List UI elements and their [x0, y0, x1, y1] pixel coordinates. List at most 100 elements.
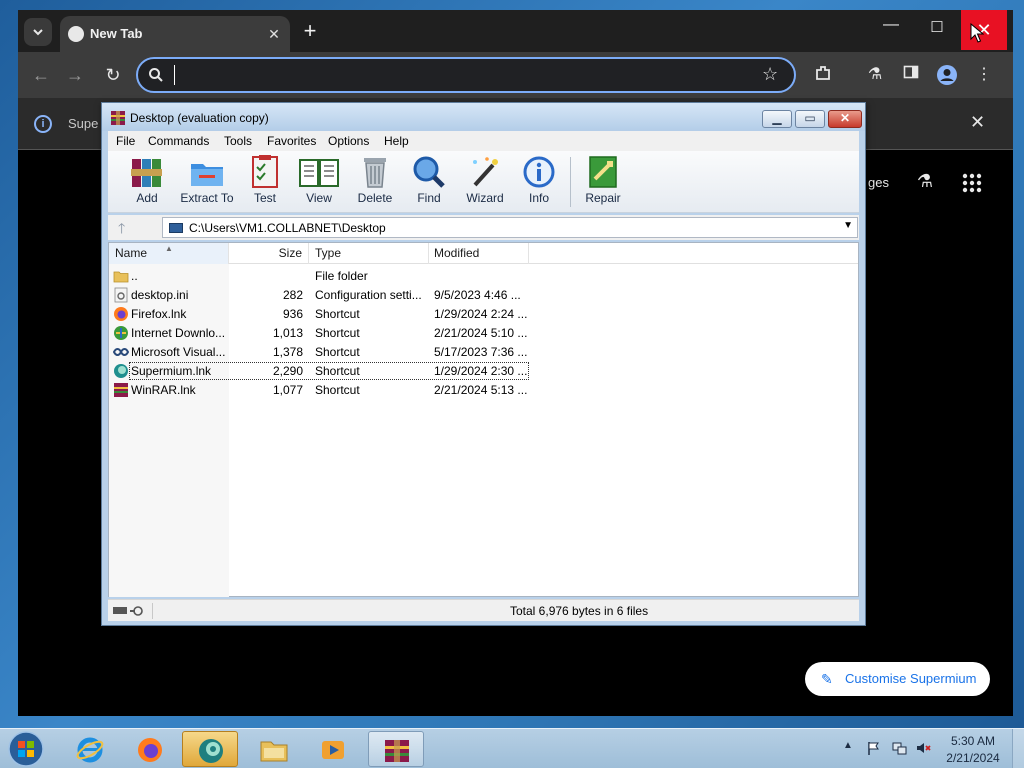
- extract-to-button[interactable]: Extract To: [176, 155, 238, 211]
- show-desktop-button[interactable]: [1012, 729, 1024, 768]
- file-row-focused[interactable]: Supermium.lnk 2,290 Shortcut 1/29/2024 2…: [109, 362, 858, 381]
- minimize-button[interactable]: —: [878, 16, 904, 42]
- menu-commands[interactable]: Commands: [148, 134, 209, 148]
- add-button[interactable]: Add: [117, 155, 177, 211]
- find-button[interactable]: Find: [399, 155, 459, 211]
- file-row[interactable]: .. File folder: [109, 267, 858, 286]
- repair-button[interactable]: Repair: [573, 155, 633, 211]
- windows-logo-icon: [8, 731, 44, 767]
- column-header-name-label: Name: [115, 246, 148, 260]
- menu-kebab-icon[interactable]: ⋮: [973, 64, 995, 86]
- info-button[interactable]: Info: [509, 155, 569, 211]
- delete-button[interactable]: Delete: [345, 155, 405, 211]
- file-size: 1,013: [272, 326, 303, 340]
- wizard-button[interactable]: Wizard: [455, 155, 515, 211]
- magic-wand-icon: [473, 157, 498, 187]
- info-bar-close-icon[interactable]: ✕: [970, 112, 985, 133]
- file-row[interactable]: Internet Downlo... 1,013 Shortcut 2/21/2…: [109, 324, 858, 343]
- file-name: WinRAR.lnk: [131, 383, 196, 397]
- file-name: desktop.ini: [131, 288, 189, 302]
- reload-button[interactable]: ↻: [102, 64, 124, 86]
- folder-extract-icon: [191, 164, 223, 186]
- column-header-name[interactable]: Name ▲: [109, 243, 229, 264]
- customise-button-label: Customise Supermium: [845, 671, 977, 686]
- tab-search-button[interactable]: [24, 18, 52, 46]
- dropdown-arrow-icon[interactable]: ▼: [843, 220, 853, 231]
- tray-overflow-arrow-icon[interactable]: ▲: [843, 740, 853, 751]
- taskbar-internet-explorer[interactable]: [62, 731, 118, 767]
- file-modified: 2/21/2024 5:13 ...: [434, 383, 528, 397]
- taskbar-file-explorer[interactable]: [245, 731, 301, 767]
- tab-new-tab[interactable]: New Tab ✕: [60, 16, 290, 52]
- apps-grid-icon[interactable]: [960, 171, 984, 195]
- clock-date[interactable]: 2/21/2024: [944, 751, 1002, 765]
- sort-up-icon: ▲: [165, 244, 173, 253]
- address-input[interactable]: [174, 65, 734, 85]
- winrar-titlebar[interactable]: Desktop (evaluation copy) ▁ ▭ ✕: [102, 103, 865, 131]
- file-modified: 2/21/2024 5:10 ...: [434, 326, 528, 340]
- images-link[interactable]: ges: [868, 175, 889, 190]
- file-row[interactable]: desktop.ini 282 Configuration setti... 9…: [109, 286, 858, 305]
- omnibox[interactable]: ☆: [136, 57, 796, 93]
- winrar-toolbar: Add Extract To Test View Delete Find Wiz…: [108, 151, 859, 213]
- taskbar: ▲ 5:30 AM 2/21/2024: [0, 728, 1024, 768]
- customise-button[interactable]: ✎ Customise Supermium: [805, 662, 990, 696]
- taskbar-media-player[interactable]: [305, 731, 361, 767]
- winrar-statusbar: Total 6,976 bytes in 6 files: [108, 599, 859, 621]
- file-name: Supermium.lnk: [131, 364, 212, 378]
- winrar-restore-button[interactable]: ▭: [795, 110, 825, 128]
- labs-flask-icon[interactable]: ⚗: [913, 171, 937, 195]
- file-modified: 1/29/2024 2:30 ...: [434, 364, 528, 378]
- view-button[interactable]: View: [289, 155, 349, 211]
- action-center-flag-icon[interactable]: [866, 740, 882, 756]
- repair-label: Repair: [585, 191, 621, 205]
- bookmark-star-icon[interactable]: ☆: [762, 64, 778, 85]
- menu-file[interactable]: File: [116, 134, 135, 148]
- network-icon[interactable]: [891, 740, 907, 756]
- column-header-modified[interactable]: Modified: [429, 243, 529, 264]
- taskbar-winrar[interactable]: [368, 731, 424, 767]
- winrar-icon: [111, 111, 125, 125]
- path-combobox[interactable]: C:\Users\VM1.COLLABNET\Desktop ▼: [162, 217, 858, 238]
- file-name: Internet Downlo...: [131, 326, 226, 340]
- repair-kit-icon: [589, 156, 617, 188]
- clock-time[interactable]: 5:30 AM: [948, 734, 998, 748]
- settings-file-icon: [114, 287, 128, 303]
- taskbar-firefox[interactable]: [122, 731, 178, 767]
- file-row[interactable]: Microsoft Visual... 1,378 Shortcut 5/17/…: [109, 343, 858, 362]
- column-header-type[interactable]: Type: [309, 243, 429, 264]
- menu-help[interactable]: Help: [384, 134, 409, 148]
- tab-title: New Tab: [90, 26, 143, 41]
- file-type: Shortcut: [315, 326, 360, 340]
- test-button[interactable]: Test: [235, 155, 295, 211]
- file-row[interactable]: Firefox.lnk 936 Shortcut 1/29/2024 2:24 …: [109, 305, 858, 324]
- close-button[interactable]: ✕: [961, 10, 1007, 50]
- maximize-button[interactable]: ☐: [924, 18, 950, 44]
- extensions-icon[interactable]: [812, 64, 834, 86]
- winrar-icon: [385, 740, 409, 762]
- tab-close-button[interactable]: ✕: [264, 24, 284, 44]
- pencil-icon: ✎: [821, 671, 833, 687]
- file-row[interactable]: WinRAR.lnk 1,077 Shortcut 2/21/2024 5:13…: [109, 381, 858, 400]
- menu-favorites[interactable]: Favorites: [267, 134, 316, 148]
- new-tab-button[interactable]: +: [298, 20, 322, 44]
- winrar-menubar: File Commands Tools Favorites Options He…: [108, 131, 859, 151]
- chevron-down-icon: [33, 29, 43, 36]
- firefox-icon: [138, 738, 162, 762]
- forward-button[interactable]: →: [64, 64, 86, 86]
- profile-avatar-icon[interactable]: [936, 64, 958, 86]
- menu-tools[interactable]: Tools: [224, 134, 252, 148]
- side-panel-icon[interactable]: [900, 64, 922, 86]
- back-button[interactable]: ←: [30, 64, 52, 86]
- file-modified: 1/29/2024 2:24 ...: [434, 307, 528, 321]
- column-header-size[interactable]: Size: [229, 243, 309, 264]
- volume-muted-icon[interactable]: [915, 740, 931, 756]
- up-arrow-icon[interactable]: 🡑: [118, 218, 125, 242]
- file-type: Shortcut: [315, 383, 360, 397]
- taskbar-supermium[interactable]: [182, 731, 238, 767]
- labs-flask-icon[interactable]: ⚗: [864, 64, 886, 86]
- menu-options[interactable]: Options: [328, 134, 369, 148]
- start-button[interactable]: [6, 730, 46, 768]
- winrar-minimize-button[interactable]: ▁: [762, 110, 792, 128]
- winrar-close-button[interactable]: ✕: [828, 110, 862, 128]
